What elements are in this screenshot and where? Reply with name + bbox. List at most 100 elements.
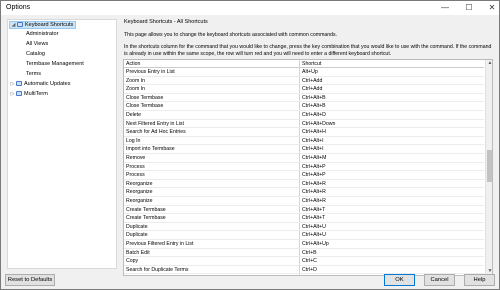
action-cell: Reorganize <box>126 189 153 196</box>
shortcut-cell[interactable]: Ctrl+Alt+Up <box>302 241 329 248</box>
action-cell: Close Termbase <box>126 94 164 101</box>
table-row[interactable]: Zoom In Ctrl+Add <box>124 78 484 86</box>
action-cell: Search for Ad Hoc Entries <box>126 129 186 136</box>
page-title: Keyboard Shortcuts - All Shortcuts <box>124 19 208 25</box>
shortcut-cell[interactable]: Alt+Up <box>302 69 318 76</box>
shortcut-cell[interactable]: Ctrl+Alt+H <box>302 129 326 136</box>
help-button[interactable]: Help <box>464 274 495 286</box>
shortcut-cell[interactable]: Ctrl+Alt+P <box>302 164 326 171</box>
expander-icon[interactable]: ◢ <box>10 22 17 28</box>
shortcut-cell[interactable]: Ctrl+Alt+B <box>302 103 326 110</box>
expander-icon[interactable]: ▷ <box>9 80 16 88</box>
shortcut-cell[interactable]: Ctrl+Alt+Down <box>302 121 335 128</box>
shortcut-cell[interactable]: Ctrl+Alt+U <box>302 224 326 231</box>
vertical-scrollbar[interactable]: ▲ ▼ <box>485 60 492 275</box>
table-row[interactable]: Reorganize Ctrl+Alt+R <box>124 189 484 197</box>
settings-node-icon <box>17 22 23 27</box>
action-cell: Copy <box>126 258 139 265</box>
action-cell: Duplicate <box>126 223 148 230</box>
action-cell: Zoom In <box>126 86 146 93</box>
shortcut-cell[interactable]: Ctrl+Alt+T <box>302 207 325 214</box>
action-cell: Create Termbase <box>126 215 166 222</box>
table-row[interactable]: Reorganize Ctrl+Alt+R <box>124 198 484 206</box>
shortcut-cell[interactable]: Ctrl+Alt+T <box>302 215 325 222</box>
table-row[interactable]: Batch Edit Ctrl+B <box>124 250 484 258</box>
nav-item-label: All Views <box>26 41 49 47</box>
scroll-thumb[interactable] <box>487 150 492 182</box>
table-row[interactable]: Previous Entry in List Alt+Up <box>124 69 484 77</box>
table-row[interactable]: Process Ctrl+Alt+P <box>124 164 484 172</box>
table-row[interactable]: Zoom In Ctrl+Add <box>124 86 484 94</box>
shortcut-cell[interactable]: Ctrl+Alt+I <box>302 138 324 145</box>
shortcut-cell[interactable]: Ctrl+Add <box>302 86 322 93</box>
table-row[interactable]: Import into Termbase Ctrl+Alt+I <box>124 146 484 154</box>
action-cell: Previous Filtered Entry in List <box>126 241 194 247</box>
table-row[interactable]: Copy Ctrl+C <box>124 258 484 266</box>
nav-item-keyboard-shortcuts[interactable]: ◢ Keyboard Shortcuts <box>9 21 77 29</box>
table-row[interactable]: Previous Filtered Entry in List Ctrl+Alt+… <box>124 241 484 249</box>
nav-item-termbase-management[interactable]: Termbase Management <box>26 60 84 68</box>
table-row[interactable]: Duplicate Ctrl+Alt+U <box>124 232 484 240</box>
ok-button[interactable]: OK <box>384 274 415 286</box>
table-row[interactable]: Next Filtered Entry in List Ctrl+Alt+Down <box>124 121 484 129</box>
instructions-text: In the shortcuts column for the command … <box>124 44 492 57</box>
shortcut-cell[interactable]: Ctrl+Alt+R <box>302 181 326 188</box>
nav-item-all-views[interactable]: All Views <box>26 40 48 48</box>
settings-node-icon <box>16 91 22 96</box>
shortcut-cell[interactable]: Ctrl+Alt+B <box>302 95 326 102</box>
table-row[interactable]: Search for Ad Hoc Entries Ctrl+Alt+H <box>124 129 484 137</box>
table-row[interactable]: Duplicate Ctrl+Alt+U <box>124 224 484 232</box>
table-row[interactable]: Remove Ctrl+Alt+M <box>124 155 484 163</box>
shortcuts-table: Action Shortcut Previous Entry in List Al… <box>123 59 493 276</box>
table-row[interactable]: Log In Ctrl+Alt+I <box>124 138 484 146</box>
maximize-button[interactable]: ☐ <box>462 2 476 13</box>
shortcut-cell[interactable]: Ctrl+Alt+U <box>302 232 326 239</box>
nav-item-administrator[interactable]: Administrator <box>26 30 58 38</box>
options-dialog: Options — ☐ ✕ ◢ Keyboard Shortcuts Admini… <box>0 0 500 290</box>
shortcut-cell[interactable]: Ctrl+C <box>302 258 317 265</box>
table-row[interactable]: Process Ctrl+Alt+P <box>124 172 484 180</box>
action-cell: Close Termbase <box>126 103 164 110</box>
nav-item-automatic-updates[interactable]: ▷ Automatic Updates <box>9 80 70 88</box>
table-row[interactable]: Delete Ctrl+Alt+D <box>124 112 484 120</box>
shortcut-cell[interactable]: Ctrl+Alt+P <box>302 172 326 179</box>
column-header-action[interactable]: Action <box>126 60 298 68</box>
shortcut-cell[interactable]: Ctrl+Alt+I <box>302 146 324 153</box>
nav-item-label: MultiTerm <box>24 91 48 97</box>
nav-item-multiterm[interactable]: ▷ MultiTerm <box>9 90 48 98</box>
expander-icon[interactable]: ▷ <box>9 90 16 98</box>
nav-item-label: Termbase Management <box>26 61 84 67</box>
dialog-footer: Reset to Defaults OK Cancel Help <box>1 273 499 289</box>
scroll-up-icon[interactable]: ▲ <box>486 60 492 67</box>
nav-item-label: Automatic Updates <box>24 81 71 87</box>
window-title: Options <box>6 4 31 11</box>
title-bar: Options — ☐ ✕ <box>1 1 499 15</box>
action-cell: Delete <box>126 112 141 118</box>
settings-node-icon <box>16 81 22 86</box>
action-cell: Process <box>126 172 145 179</box>
action-cell: Next Filtered Entry in List <box>126 120 184 127</box>
shortcut-cell[interactable]: Ctrl+Alt+R <box>302 189 326 196</box>
reset-to-defaults-button[interactable]: Reset to Defaults <box>5 274 55 286</box>
nav-item-label: Keyboard Shortcuts <box>25 22 74 28</box>
nav-item-catalog[interactable]: Catalog <box>26 50 45 58</box>
table-row[interactable]: Create Termbase Ctrl+Alt+T <box>124 215 484 223</box>
shortcut-cell[interactable]: Ctrl+Alt+M <box>302 155 327 162</box>
table-row[interactable]: Reorganize Ctrl+Alt+R <box>124 181 484 189</box>
close-button[interactable]: ✕ <box>485 2 499 13</box>
action-cell: Reorganize <box>126 198 153 204</box>
cancel-button[interactable]: Cancel <box>424 274 455 286</box>
shortcut-cell[interactable]: Ctrl+Alt+D <box>302 112 326 119</box>
minimize-button[interactable]: — <box>438 2 452 13</box>
options-nav-tree: ◢ Keyboard Shortcuts Administrator All Vi… <box>7 19 117 269</box>
nav-item-terms[interactable]: Terms <box>26 70 41 78</box>
shortcut-cell[interactable]: Ctrl+Alt+R <box>302 198 326 205</box>
action-cell: Reorganize <box>126 180 153 187</box>
table-row[interactable]: Create Termbase Ctrl+Alt+T <box>124 207 484 215</box>
action-cell: Zoom In <box>126 77 146 84</box>
shortcut-cell[interactable]: Ctrl+B <box>302 250 317 257</box>
table-row[interactable]: Close Termbase Ctrl+Alt+B <box>124 95 484 103</box>
table-row[interactable]: Close Termbase Ctrl+Alt+B <box>124 103 484 111</box>
column-header-shortcut[interactable]: Shortcut <box>302 60 321 68</box>
shortcut-cell[interactable]: Ctrl+Add <box>302 78 322 85</box>
